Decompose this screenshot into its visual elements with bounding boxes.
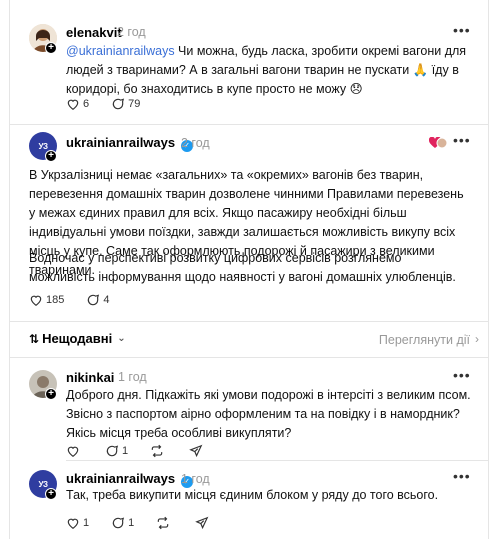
comment-icon [106,445,119,457]
post-paragraph-2: Водночас у перспективі розвитку цифрових… [29,251,456,284]
reply-count: 4 [103,294,110,306]
sort-icon: ⇅ [29,331,40,346]
like-button[interactable]: 6 [66,97,89,111]
reply-count: 1 [122,445,129,457]
heart-icon [30,295,42,306]
like-button[interactable]: 185 [29,293,64,307]
follow-plus-icon[interactable]: + [45,42,57,54]
follow-plus-icon[interactable]: + [45,150,57,162]
post-text: @ukrainianrailways Чи можна, будь ласка,… [66,42,476,99]
chevron-down-icon: ⌄ [117,333,126,344]
repost-button[interactable] [150,444,167,458]
more-options-icon[interactable]: ••• [453,22,471,38]
heart-icon [67,446,79,457]
username-text: ukrainianrailways [66,135,176,150]
like-button[interactable]: 1 [66,516,89,530]
thread-container: + elenakvit 2 год ••• @ukrainianrailways… [9,0,489,539]
sort-dropdown[interactable]: ⇅ Нещодавні ⌄ [29,331,126,346]
like-count: 185 [46,294,65,306]
comment-icon [112,517,125,529]
mention-link[interactable]: @ukrainianrailways [66,44,175,58]
username[interactable]: nikinkai [66,370,114,385]
repost-icon [158,516,169,530]
sort-label: Нещодавні [42,331,113,346]
like-count: 1 [83,517,90,529]
reply-button[interactable]: 79 [111,97,140,111]
post-actions: 6 79 [66,97,162,111]
send-icon [195,516,209,530]
username-text: ukrainianrailways [66,471,176,486]
sort-bar: ⇅ Нещодавні ⌄ Переглянути дії › [10,322,488,357]
chevron-right-icon: › [475,332,479,346]
reply-button[interactable]: 4 [86,293,109,307]
timestamp[interactable]: 1 год [181,472,210,486]
reply-count: 1 [128,517,135,529]
reply-text: Доброго дня. Підкажіть які умови подорож… [66,388,471,440]
timestamp[interactable]: 2 год [181,136,210,150]
comment-icon [88,294,100,306]
reply-button[interactable]: 1 [111,516,134,530]
follow-plus-icon[interactable]: + [45,488,57,500]
repost-button[interactable] [156,516,173,530]
reply-actions: 1 1 [66,516,234,530]
timestamp[interactable]: 2 год [117,25,146,39]
heart-icon [67,518,79,529]
view-activity-link[interactable]: Переглянути дії [379,333,470,347]
post-actions: 185 4 [29,293,131,307]
more-options-icon[interactable]: ••• [453,468,471,484]
reply-count: 79 [128,98,141,110]
reply-actions: 1 [66,444,228,458]
username[interactable]: ukrainianrailways ✓ [66,135,193,152]
more-options-icon[interactable]: ••• [453,367,471,383]
reply-ukrainianrailways: УЗ + ukrainianrailways ✓ 1 год ••• Так, … [10,461,488,539]
reply-button[interactable]: 1 [105,444,128,458]
reply-text: Так, треба викупити місця єдиним блоком … [66,488,439,502]
share-button[interactable] [189,444,206,458]
post-ukrainianrailways: УЗ + ukrainianrailways ✓ 2 год ••• В Укр… [10,125,488,325]
share-button[interactable] [195,516,212,530]
follow-plus-icon[interactable]: + [45,388,57,400]
reaction-avatars-icon [429,137,447,149]
timestamp[interactable]: 1 год [118,370,147,384]
username[interactable]: elenakvit [66,25,122,40]
send-icon [189,444,203,458]
like-button[interactable] [66,444,83,458]
heart-icon [67,99,79,110]
post-elenakvit: + elenakvit 2 год ••• @ukrainianrailways… [10,0,488,126]
reply-nikinkai: + nikinkai 1 год ••• Доброго дня. Підкаж… [10,358,488,458]
comment-icon [112,98,125,110]
more-options-icon[interactable]: ••• [453,132,471,148]
repost-icon [151,444,163,458]
like-count: 6 [83,98,90,110]
